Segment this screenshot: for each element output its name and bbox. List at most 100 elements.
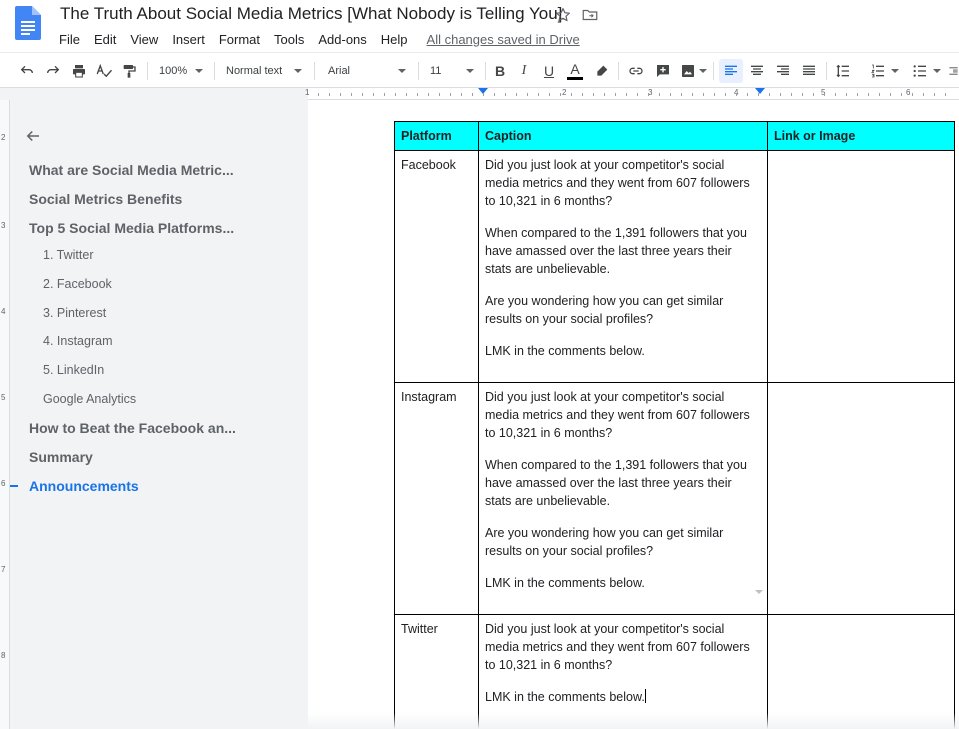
ruler-tick: [483, 93, 484, 96]
ruler-row: 1 2 3 4 5 6: [0, 88, 959, 100]
ruler-tick: [417, 93, 418, 96]
platform-cell[interactable]: Facebook: [394, 150, 479, 383]
menu-format[interactable]: Format: [212, 32, 267, 47]
add-comment-icon[interactable]: [651, 59, 675, 83]
right-indent-marker[interactable]: [755, 88, 765, 94]
table-row: Facebook Did you just look at your compe…: [394, 150, 955, 383]
menu-help[interactable]: Help: [374, 32, 415, 47]
caption-cell[interactable]: Did you just look at your competitor's s…: [478, 150, 768, 383]
menu-view[interactable]: View: [123, 32, 165, 47]
back-arrow-icon[interactable]: [24, 127, 42, 150]
menu-tools[interactable]: Tools: [267, 32, 311, 47]
ruler-tick: [538, 93, 539, 96]
outline-subheading[interactable]: 4. Instagram: [43, 334, 112, 348]
outline-subheading[interactable]: 5. LinkedIn: [43, 363, 104, 377]
insert-image-icon[interactable]: [678, 59, 708, 83]
header-platform[interactable]: Platform: [394, 121, 479, 151]
print-icon[interactable]: [68, 59, 90, 83]
outline-heading-active[interactable]: Announcements: [29, 478, 139, 494]
ruler-tick: [450, 93, 451, 96]
spellcheck-icon[interactable]: [93, 59, 115, 83]
platform-cell[interactable]: Twitter: [394, 614, 479, 729]
zoom-value: 100%: [159, 65, 188, 77]
ruler-tick: [593, 93, 594, 96]
align-right-button[interactable]: [771, 59, 795, 83]
decrease-indent-icon[interactable]: [948, 59, 959, 83]
outline-heading[interactable]: Top 5 Social Media Platforms...: [29, 220, 234, 236]
menu-insert[interactable]: Insert: [165, 32, 212, 47]
outline-heading[interactable]: How to Beat the Facebook an...: [29, 420, 236, 436]
ruler-number: 2: [1, 133, 6, 142]
outline-heading[interactable]: Summary: [29, 449, 93, 465]
ruler-tick: [362, 93, 363, 96]
caption-cell[interactable]: Did you just look at your competitor's s…: [478, 614, 768, 729]
star-icon[interactable]: [554, 6, 572, 24]
ruler-tick: [527, 93, 528, 96]
content-table: Platform Caption Link or Image Facebook …: [394, 121, 955, 729]
outline-subheading[interactable]: 3. Pinterest: [43, 306, 106, 320]
ruler-tick: [428, 93, 429, 96]
outline-subheading[interactable]: 2. Facebook: [43, 277, 112, 291]
menu-addons[interactable]: Add-ons: [311, 32, 373, 47]
outline-subheading[interactable]: Google Analytics: [43, 392, 136, 406]
horizontal-ruler[interactable]: 1 2 3 4 5 6: [305, 88, 959, 100]
chevron-down-icon: [932, 69, 941, 73]
link-cell[interactable]: [767, 150, 955, 383]
document-outline: What are Social Media Metric... Social M…: [10, 100, 308, 729]
line-spacing-icon[interactable]: [831, 59, 855, 83]
paint-format-icon[interactable]: [118, 59, 140, 83]
ruler-tick: [901, 93, 902, 96]
toolbar-separator: [147, 62, 148, 80]
align-justify-button[interactable]: [797, 59, 821, 83]
highlight-pen-icon[interactable]: [591, 59, 613, 83]
link-cell[interactable]: [767, 614, 955, 729]
header-caption[interactable]: Caption: [478, 121, 768, 151]
menu-edit[interactable]: Edit: [87, 32, 123, 47]
ruler-tick: [560, 93, 561, 96]
ruler-number: 6: [1, 479, 6, 488]
outline-subheading[interactable]: 1. Twitter: [43, 248, 93, 262]
ruler-tick: [813, 93, 814, 96]
platform-cell[interactable]: Instagram: [394, 382, 479, 615]
font-select[interactable]: Arial: [320, 59, 412, 83]
save-status-link[interactable]: All changes saved in Drive: [415, 32, 580, 47]
numbered-list-icon[interactable]: [866, 59, 902, 83]
undo-button[interactable]: [16, 59, 38, 83]
bulleted-list-icon[interactable]: [908, 59, 944, 83]
caption-cell[interactable]: Did you just look at your competitor's s…: [478, 382, 768, 615]
header-link-or-image[interactable]: Link or Image: [767, 121, 955, 151]
outline-heading[interactable]: What are Social Media Metric...: [29, 162, 234, 178]
italic-button[interactable]: I: [513, 59, 535, 83]
link-cell[interactable]: [767, 382, 955, 615]
font-size-select[interactable]: 11: [424, 59, 480, 83]
ruler-tick: [395, 93, 396, 96]
table-row: Instagram Did you just look at your comp…: [394, 382, 955, 615]
document-title[interactable]: The Truth About Social Media Metrics [Wh…: [60, 4, 562, 24]
paragraph-style-select[interactable]: Normal text: [220, 59, 308, 83]
zoom-select[interactable]: 100%: [153, 59, 209, 83]
ruler-tick: [879, 93, 880, 96]
document-canvas[interactable]: Platform Caption Link or Image Facebook …: [308, 100, 959, 729]
cell-menu-chevron-icon[interactable]: [755, 590, 763, 594]
align-left-button[interactable]: [719, 59, 743, 83]
ruler-tick: [780, 93, 781, 96]
ruler-number: 8: [1, 651, 6, 660]
bold-button[interactable]: B: [489, 59, 511, 83]
caption-paragraph: Did you just look at your competitor's s…: [485, 158, 750, 208]
align-center-button[interactable]: [745, 59, 769, 83]
ruler-tick: [725, 93, 726, 96]
text-color-button[interactable]: A: [564, 59, 586, 83]
redo-button[interactable]: [42, 59, 64, 83]
chevron-down-icon: [698, 69, 707, 73]
menu-bar: File Edit View Insert Format Tools Add-o…: [52, 29, 580, 49]
docs-logo-icon[interactable]: [15, 6, 41, 40]
toolbar-separator: [713, 62, 714, 80]
underline-button[interactable]: U: [538, 59, 560, 83]
caption-text: LMK in the comments below.: [485, 690, 645, 704]
menu-file[interactable]: File: [52, 32, 87, 47]
insert-link-icon[interactable]: [624, 59, 648, 83]
move-to-folder-icon[interactable]: [581, 6, 599, 24]
table-header-row: Platform Caption Link or Image: [394, 121, 955, 151]
outline-heading[interactable]: Social Metrics Benefits: [29, 191, 182, 207]
ruler-tick: [340, 93, 341, 96]
